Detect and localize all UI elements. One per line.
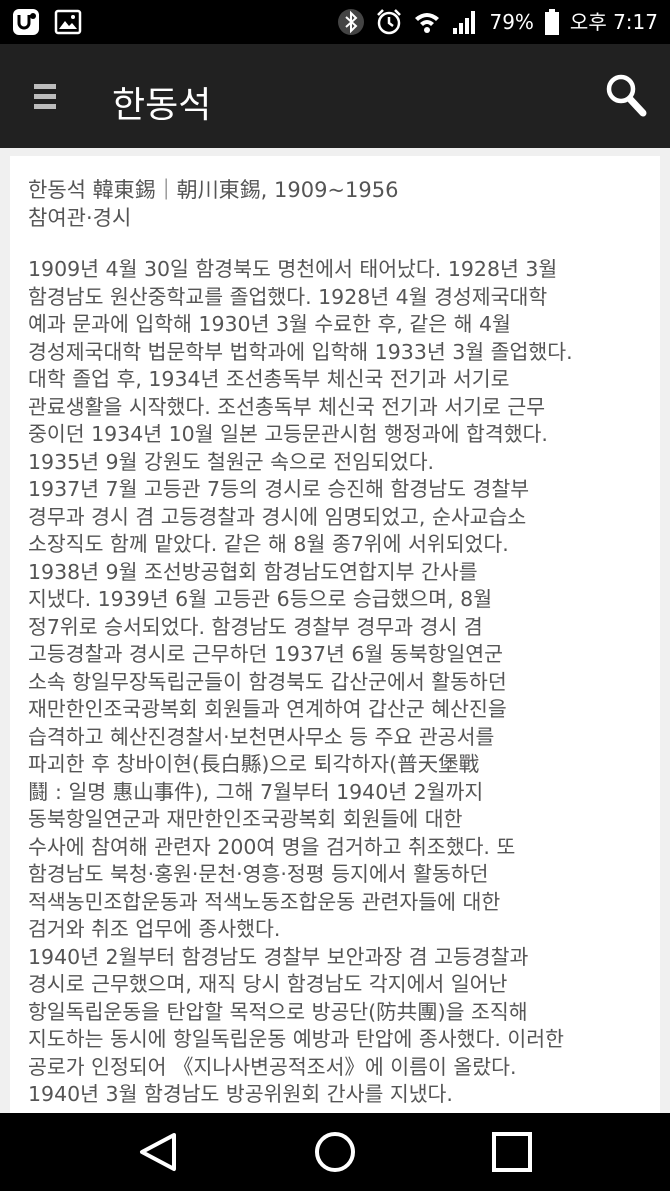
article-line: 소속 항일무장독립군들이 함경북도 갑산군에서 활동하던 xyxy=(28,669,507,694)
article-line: 공로가 인정되어 《지나사변공적조서》에 이름이 올랐다. xyxy=(28,1054,517,1079)
u-plus-icon xyxy=(13,9,39,35)
article-line: 1938년 9월 조선방공협회 함경남도연합지부 간사를 xyxy=(28,559,478,584)
article-line: 鬪 : 일명 惠山事件), 그해 7월부터 1940년 2월까지 xyxy=(28,779,484,804)
article-line: 수사에 참여해 관련자 200여 명을 검거하고 취조했다. 또 xyxy=(28,834,516,859)
article-line: 정7위로 승서되었다. 함경남도 경찰부 경무과 경시 겸 xyxy=(28,614,483,639)
article-line: 함경남도 북청·홍원·문천·영흥·정평 등지에서 활동하던 xyxy=(28,862,489,886)
article-line: 적색농민조합운동과 적색노동조합운동 관련자들에 대한 xyxy=(28,889,501,914)
bluetooth-icon xyxy=(338,9,365,35)
app-bar: 한동석 xyxy=(0,44,670,148)
article-line: 1937년 7월 고등관 7등의 경시로 승진해 함경남도 경찰부 xyxy=(28,477,530,501)
wifi-icon xyxy=(415,13,440,33)
home-icon[interactable] xyxy=(313,1130,357,1174)
article-line: 경성제국대학 법문학부 법학과에 입학해 1933년 3월 졸업했다. xyxy=(28,339,573,364)
article-line: 1935년 9월 강원도 철원군 속으로 전임되었다. xyxy=(28,449,435,474)
article-line: 함경남도 원산중학교를 졸업했다. 1928년 4월 경성제국대학 xyxy=(28,284,548,309)
article-card: 한동석 韓東錫｜朝川東錫, 1909~1956 참여관·경시 1909년 4월 … xyxy=(10,156,660,1114)
battery-percent: 79% xyxy=(489,10,534,34)
alarm-icon xyxy=(377,9,402,35)
article-line: 중이던 1934년 10월 일본 고등문관시험 행정과에 합격했다. xyxy=(28,422,548,446)
search-icon[interactable] xyxy=(604,72,648,120)
article-line: 항일독립운동을 탄압할 목적으로 방공단(防共團)을 조직해 xyxy=(28,999,528,1024)
article-line: 파괴한 후 창바이현(長白縣)으로 퇴각하자(普天堡戰 xyxy=(28,752,480,776)
menu-icon[interactable] xyxy=(34,82,60,112)
article-line: 관료생활을 시작했다. 조선총독부 체신국 전기과 서기로 근무 xyxy=(28,394,546,419)
article-header: 한동석 韓東錫｜朝川東錫, 1909~1956 xyxy=(28,178,399,202)
article-line: 소장직도 함께 맡았다. 같은 해 8월 종7위에 서위되었다. xyxy=(28,532,509,556)
article-subheader: 참여관·경시 xyxy=(28,206,132,230)
article-line: 검거와 취조 업무에 종사했다. xyxy=(28,917,281,941)
article-line: 재만한인조국광복회 회원들과 연계하여 갑산군 혜산진을 xyxy=(28,697,507,721)
article-line: 1909년 4월 30일 함경북도 명천에서 태어났다. 1928년 3월 xyxy=(28,257,558,281)
battery-icon xyxy=(544,9,559,35)
navigation-bar xyxy=(0,1113,670,1191)
page-title: 한동석 xyxy=(112,85,212,126)
recents-icon[interactable] xyxy=(490,1130,534,1174)
article-line: 1940년 3월 함경남도 방공위원회 간사를 지냈다. xyxy=(28,1082,453,1106)
article-line: 대학 졸업 후, 1934년 조선총독부 체신국 전기과 서기로 xyxy=(28,367,510,391)
article-line: 경무과 경시 겸 고등경찰과 경시에 임명되었고, 순사교습소 xyxy=(28,504,527,529)
status-bar: 79% 오후 7:17 xyxy=(0,0,670,44)
article-line: 지도하는 동시에 항일독립운동 예방과 탄압에 종사했다. 이러한 xyxy=(28,1027,564,1051)
article-line: 경시로 근무했으며, 재직 당시 함경남도 각지에서 일어난 xyxy=(28,972,508,996)
article-line: 예과 문과에 입학해 1930년 3월 수료한 후, 같은 해 4월 xyxy=(28,312,511,336)
article-line: 습격하고 혜산진경찰서·보천면사무소 등 주요 관공서를 xyxy=(28,724,495,749)
article-line: 1940년 2월부터 함경남도 경찰부 보안과장 겸 고등경찰과 xyxy=(28,944,529,969)
article-body: 1909년 4월 30일 함경북도 명천에서 태어났다. 1928년 3월함경남… xyxy=(28,256,642,1109)
signal-icon xyxy=(453,11,476,34)
article-line: 고등경찰과 경시로 근무하던 1937년 6월 동북항일연군 xyxy=(28,642,503,666)
back-icon[interactable] xyxy=(136,1130,180,1174)
gallery-icon xyxy=(54,9,82,35)
clock: 오후 7:17 xyxy=(569,10,658,34)
article-line: 동북항일연군과 재만한인조국광복회 회원들에 대한 xyxy=(28,807,463,831)
article-line: 지냈다. 1939년 6월 고등관 6등으로 승급했으며, 8월 xyxy=(28,587,493,611)
